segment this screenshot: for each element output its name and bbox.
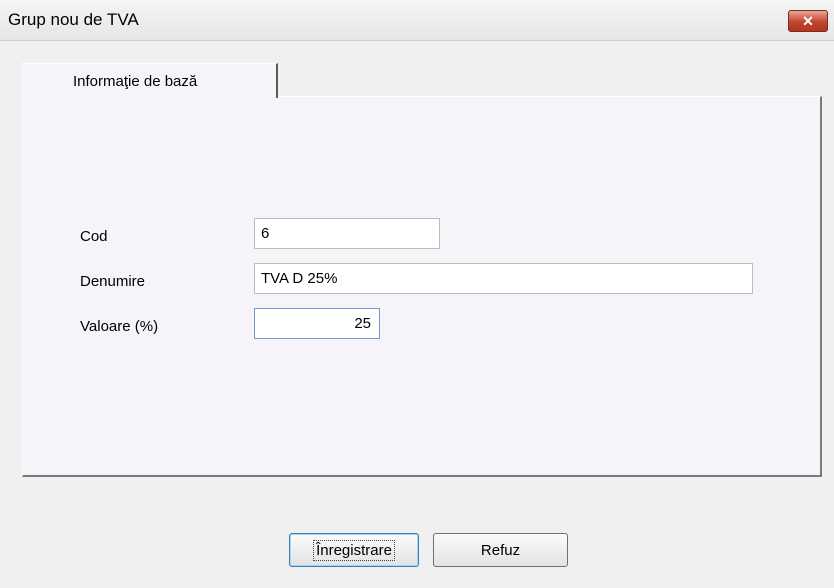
close-button[interactable]: ✕ [788, 10, 828, 32]
inregistrare-button[interactable]: Înregistrare [289, 533, 419, 567]
valoare-input[interactable]: 25 [254, 308, 380, 339]
tab-label: Informaţie de bază [73, 73, 198, 90]
denumire-label: Denumire [80, 273, 146, 290]
valoare-label: Valoare (%) [80, 318, 159, 335]
title-bar: Grup nou de TVA ✕ [0, 0, 834, 41]
window-title: Grup nou de TVA [8, 10, 139, 29]
denumire-input[interactable]: TVA D 25% [254, 263, 753, 294]
inregistrare-label: Înregistrare [313, 539, 395, 561]
tab-informatie-de-baza[interactable]: Informaţie de bază [22, 63, 278, 98]
close-icon: ✕ [802, 12, 814, 29]
cod-input[interactable]: 6 [254, 218, 440, 249]
cod-label: Cod [80, 228, 108, 245]
refuz-button[interactable]: Refuz [433, 533, 568, 567]
refuz-label: Refuz [480, 541, 521, 559]
